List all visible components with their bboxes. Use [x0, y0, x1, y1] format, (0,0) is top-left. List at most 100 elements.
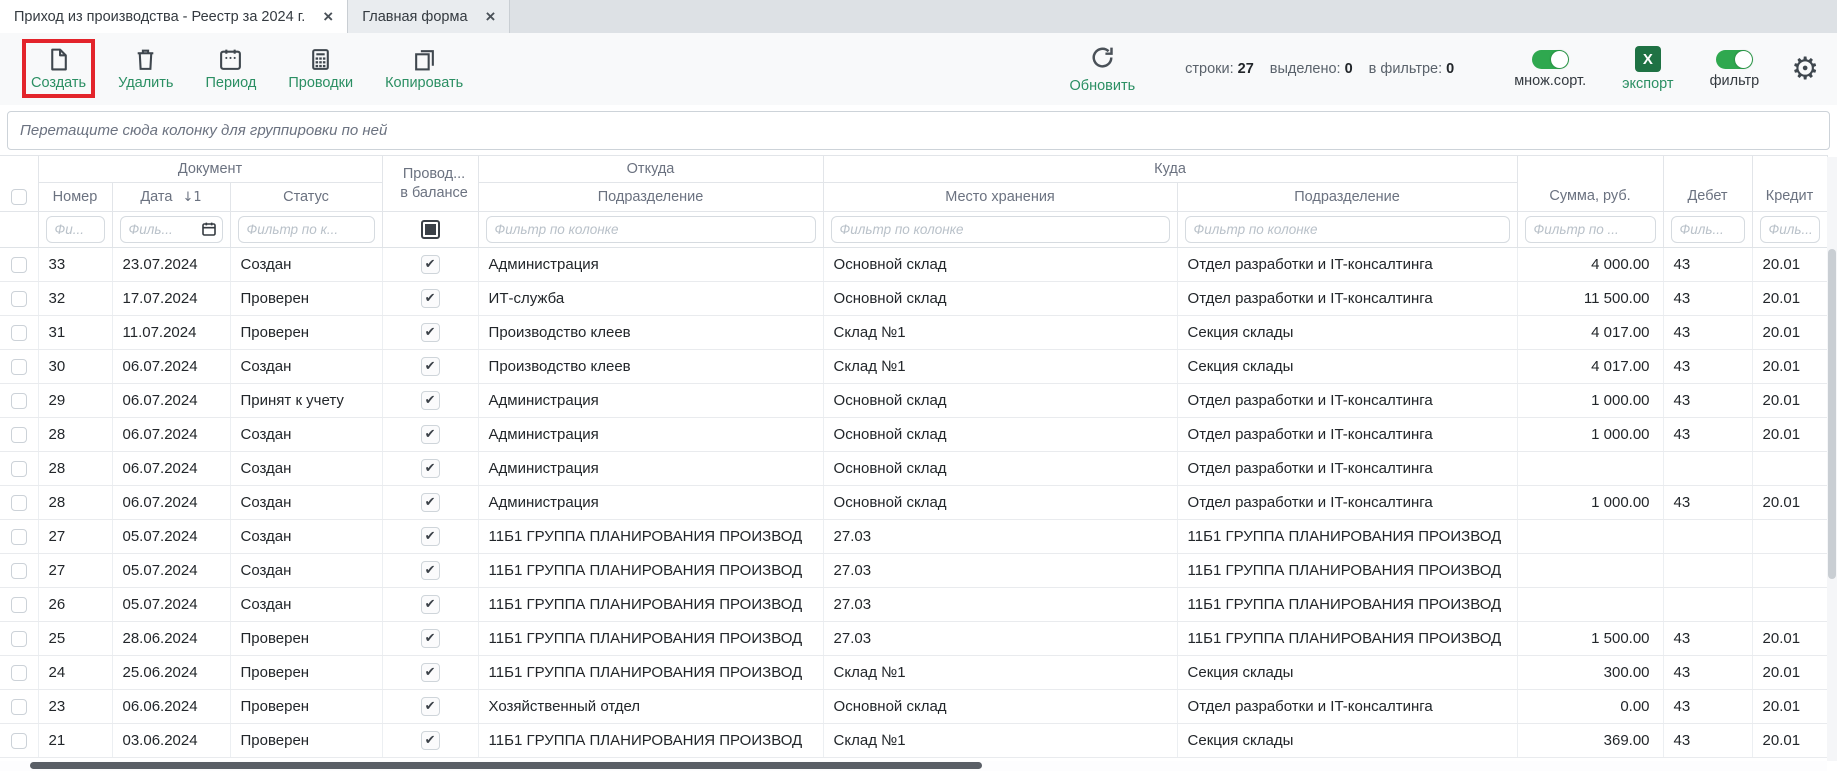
export-button[interactable]: X экспорт	[1622, 46, 1673, 92]
posted-checkbox[interactable]: ✔	[421, 289, 440, 308]
delete-button[interactable]: Удалить	[109, 42, 182, 96]
copy-button[interactable]: Копировать	[376, 42, 472, 96]
column-header-credit[interactable]: Кредит	[1752, 156, 1827, 212]
cell-storage: Склад №1	[823, 724, 1177, 758]
tab-register[interactable]: Приход из производства - Реестр за 2024 …	[0, 0, 348, 33]
cell-to-dept: Секция склады	[1177, 656, 1517, 690]
posted-checkbox[interactable]: ✔	[421, 425, 440, 444]
postings-button[interactable]: Проводки	[279, 42, 362, 96]
row-select-checkbox[interactable]	[11, 563, 27, 579]
multisort-toggle[interactable]	[1532, 50, 1569, 69]
filter-toggle[interactable]	[1716, 50, 1753, 69]
cell-debit: 43	[1663, 486, 1752, 520]
register-table: Документ Провод... в балансе Откуда Куда…	[0, 155, 1828, 758]
group-bar-wrap: Перетащите сюда колонку для группировки …	[0, 105, 1837, 155]
vertical-scrollbar[interactable]	[1827, 157, 1837, 761]
cell-date: 11.07.2024	[112, 316, 230, 350]
status-filter-input[interactable]	[238, 216, 375, 243]
table-row[interactable]: 28 06.07.2024 Создан ✔ Администрация Осн…	[0, 452, 1827, 486]
cell-to-dept: Секция склады	[1177, 350, 1517, 384]
column-header-date[interactable]: Дата↓1	[112, 183, 230, 212]
cell-debit	[1663, 452, 1752, 486]
table-row[interactable]: 28 06.07.2024 Создан ✔ Администрация Осн…	[0, 486, 1827, 520]
posted-checkbox[interactable]: ✔	[421, 493, 440, 512]
posted-checkbox[interactable]: ✔	[421, 663, 440, 682]
cell-sum: 369.00	[1517, 724, 1663, 758]
row-select-checkbox[interactable]	[11, 733, 27, 749]
horizontal-scrollbar-thumb[interactable]	[30, 762, 982, 769]
sum-filter-input[interactable]	[1525, 216, 1656, 243]
number-filter-input[interactable]	[46, 216, 105, 243]
calendar-icon[interactable]	[201, 221, 217, 242]
create-button[interactable]: Создать	[22, 42, 95, 96]
refresh-button[interactable]: Обновить	[1070, 44, 1136, 94]
to-dept-filter-input[interactable]	[1185, 216, 1510, 243]
table-row[interactable]: 28 06.07.2024 Создан ✔ Администрация Осн…	[0, 418, 1827, 452]
cell-storage: 27.03	[823, 520, 1177, 554]
column-header-debit[interactable]: Дебет	[1663, 156, 1752, 212]
cell-to-dept: Отдел разработки и IT-консалтинга	[1177, 690, 1517, 724]
row-select-checkbox[interactable]	[11, 393, 27, 409]
row-select-checkbox[interactable]	[11, 699, 27, 715]
gear-icon[interactable]: ⚙	[1791, 54, 1819, 85]
cell-number: 30	[38, 350, 112, 384]
column-header-status[interactable]: Статус	[230, 183, 382, 212]
group-by-drop-zone[interactable]: Перетащите сюда колонку для группировки …	[7, 111, 1830, 150]
posted-checkbox[interactable]: ✔	[421, 459, 440, 478]
posted-checkbox[interactable]: ✔	[421, 391, 440, 410]
table-row[interactable]: 31 11.07.2024 Проверен ✔ Производство кл…	[0, 316, 1827, 350]
column-header-to-dept[interactable]: Подразделение	[1177, 183, 1517, 212]
table-row[interactable]: 25 28.06.2024 Проверен ✔ 11Б1 ГРУППА ПЛА…	[0, 622, 1827, 656]
posted-checkbox[interactable]: ✔	[421, 731, 440, 750]
row-select-checkbox[interactable]	[11, 257, 27, 273]
row-select-checkbox[interactable]	[11, 495, 27, 511]
tab-main-form[interactable]: Главная форма ×	[348, 0, 510, 33]
column-header-from-dept[interactable]: Подразделение	[478, 183, 823, 212]
row-select-checkbox[interactable]	[11, 631, 27, 647]
row-select-checkbox[interactable]	[11, 427, 27, 443]
posted-checkbox[interactable]: ✔	[421, 527, 440, 546]
table-row[interactable]: 32 17.07.2024 Проверен ✔ ИТ-служба Основ…	[0, 282, 1827, 316]
select-all-checkbox[interactable]	[11, 189, 27, 205]
debit-filter-input[interactable]	[1671, 216, 1745, 243]
table-row[interactable]: 21 03.06.2024 Проверен ✔ 11Б1 ГРУППА ПЛА…	[0, 724, 1827, 758]
posted-filter-checkbox[interactable]	[421, 220, 440, 239]
table-row[interactable]: 27 05.07.2024 Создан ✔ 11Б1 ГРУППА ПЛАНИ…	[0, 520, 1827, 554]
posted-checkbox[interactable]: ✔	[421, 595, 440, 614]
table-row[interactable]: 29 06.07.2024 Принят к учету ✔ Администр…	[0, 384, 1827, 418]
storage-filter-input[interactable]	[831, 216, 1170, 243]
table-row[interactable]: 30 06.07.2024 Создан ✔ Производство клее…	[0, 350, 1827, 384]
vertical-scrollbar-thumb[interactable]	[1828, 249, 1836, 579]
column-header-number[interactable]: Номер	[38, 183, 112, 212]
posted-checkbox[interactable]: ✔	[421, 697, 440, 716]
row-select-checkbox[interactable]	[11, 461, 27, 477]
table-row[interactable]: 24 25.06.2024 Проверен ✔ 11Б1 ГРУППА ПЛА…	[0, 656, 1827, 690]
table-row[interactable]: 33 23.07.2024 Создан ✔ Администрация Осн…	[0, 248, 1827, 282]
close-icon[interactable]: ×	[486, 8, 496, 25]
credit-filter-input[interactable]	[1760, 216, 1820, 243]
row-select-checkbox[interactable]	[11, 665, 27, 681]
posted-checkbox[interactable]: ✔	[421, 561, 440, 580]
close-icon[interactable]: ×	[323, 8, 333, 25]
column-header-sum[interactable]: Сумма, руб.	[1517, 156, 1663, 212]
posted-checkbox[interactable]: ✔	[421, 629, 440, 648]
row-select-checkbox[interactable]	[11, 291, 27, 307]
cell-status: Проверен	[230, 690, 382, 724]
tab-register-label: Приход из производства - Реестр за 2024 …	[14, 9, 305, 25]
posted-checkbox[interactable]: ✔	[421, 255, 440, 274]
from-dept-filter-input[interactable]	[486, 216, 816, 243]
row-select-checkbox[interactable]	[11, 359, 27, 375]
row-select-checkbox[interactable]	[11, 325, 27, 341]
period-button[interactable]: Период	[196, 42, 265, 96]
horizontal-scrollbar[interactable]	[0, 761, 1827, 771]
column-header-storage[interactable]: Место хранения	[823, 183, 1177, 212]
row-select-checkbox[interactable]	[11, 529, 27, 545]
table-row[interactable]: 26 05.07.2024 Создан ✔ 11Б1 ГРУППА ПЛАНИ…	[0, 588, 1827, 622]
row-select-checkbox[interactable]	[11, 597, 27, 613]
table-row[interactable]: 27 05.07.2024 Создан ✔ 11Б1 ГРУППА ПЛАНИ…	[0, 554, 1827, 588]
column-header-posted[interactable]: Провод... в балансе	[382, 156, 478, 212]
posted-checkbox[interactable]: ✔	[421, 357, 440, 376]
posted-checkbox[interactable]: ✔	[421, 323, 440, 342]
table-row[interactable]: 23 06.06.2024 Проверен ✔ Хозяйственный о…	[0, 690, 1827, 724]
cell-sum: 4 017.00	[1517, 316, 1663, 350]
